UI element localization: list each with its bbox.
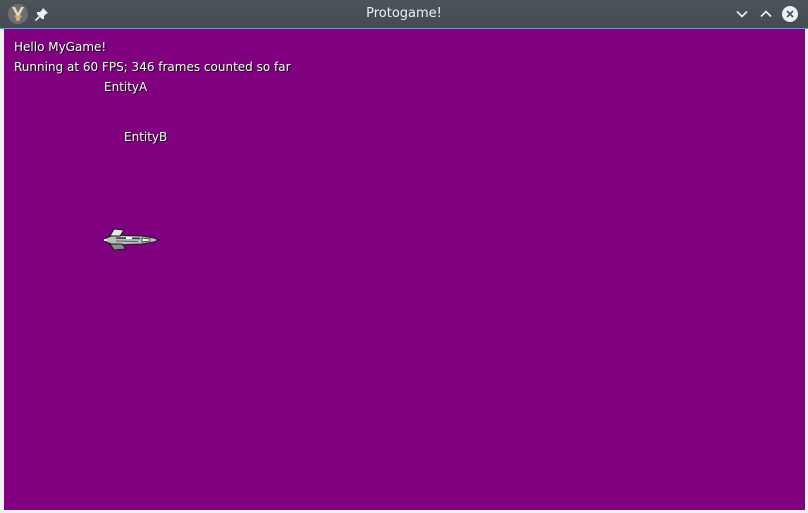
entity-b-label: EntityB bbox=[124, 130, 168, 144]
hud-fps-text: Running at 60 FPS; 346 frames counted so… bbox=[14, 60, 291, 74]
titlebar[interactable]: Protogame! bbox=[0, 0, 808, 29]
chevron-up-icon[interactable] bbox=[757, 5, 775, 23]
chevron-down-icon[interactable] bbox=[733, 5, 751, 23]
hud-hello-text: Hello MyGame! bbox=[14, 40, 107, 54]
entity-a-label: EntityA bbox=[104, 80, 148, 94]
game-viewport[interactable]: Hello MyGame! Running at 60 FPS; 346 fra… bbox=[4, 29, 805, 510]
spaceship-sprite bbox=[104, 228, 160, 251]
game-window: Protogame! Hello MyGame! Running at 60 F… bbox=[0, 0, 808, 513]
close-icon[interactable] bbox=[781, 5, 799, 23]
window-title: Protogame! bbox=[366, 6, 442, 21]
